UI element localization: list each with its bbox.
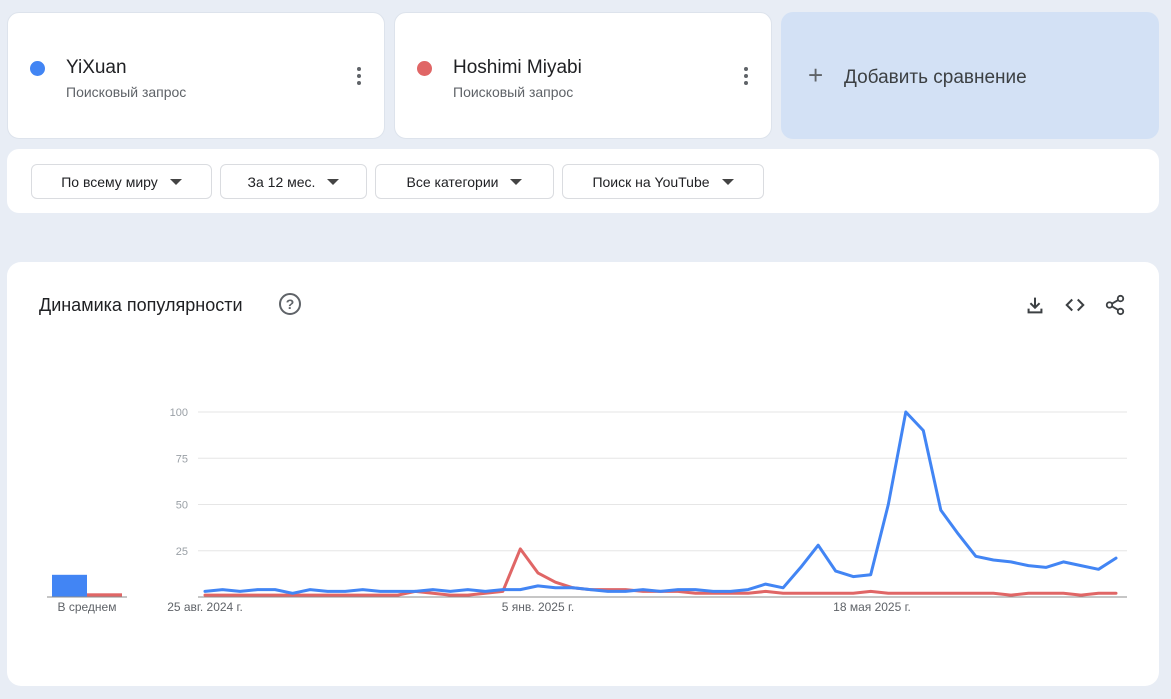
average-bar (87, 593, 122, 597)
term-name[interactable]: Hoshimi Miyabi (453, 57, 582, 79)
term-card-hoshimi-miyabi[interactable]: Hoshimi Miyabi Поисковый запрос (394, 12, 772, 139)
y-tick-label: 50 (176, 500, 188, 512)
y-tick-label: 75 (176, 453, 188, 465)
x-tick-label: 5 янв. 2025 г. (502, 600, 574, 614)
term-color-dot (417, 61, 432, 76)
y-tick-label: 25 (176, 546, 188, 558)
caret-down-icon (510, 178, 523, 185)
y-tick-label: 100 (170, 407, 188, 419)
filter-bar: По всему миру За 12 мес. Все категории П… (7, 149, 1159, 213)
average-bar (52, 574, 87, 597)
more-vert-icon[interactable] (743, 67, 749, 85)
average-label: В среднем (58, 600, 117, 614)
filter-label: За 12 мес. (247, 173, 316, 190)
more-vert-icon[interactable] (356, 67, 362, 85)
term-color-dot (30, 61, 45, 76)
filter-region[interactable]: По всему миру (31, 164, 212, 199)
trend-chart: 100 75 50 25 В среднем 25 авг. 2024 г. 5 янв. … (47, 407, 1127, 614)
filter-time-range[interactable]: За 12 мес. (220, 164, 367, 199)
caret-down-icon (721, 178, 734, 185)
term-type: Поисковый запрос (453, 84, 574, 100)
x-tick-label: 25 авг. 2024 г. (167, 600, 243, 614)
filter-category[interactable]: Все категории (375, 164, 554, 199)
filter-label: Поиск на YouTube (592, 173, 710, 190)
filter-label: Все категории (406, 173, 499, 190)
caret-down-icon (169, 178, 182, 185)
filter-search-type[interactable]: Поиск на YouTube (562, 164, 764, 199)
term-name[interactable]: YiXuan (66, 57, 127, 79)
plus-icon: + (808, 60, 824, 90)
caret-down-icon (327, 178, 340, 185)
add-comparison-button[interactable]: + Добавить сравнение (781, 12, 1159, 139)
interest-over-time-card: Динамика популярности ? 100 75 50 25 В средн… (7, 262, 1159, 686)
term-card-yixuan[interactable]: YiXuan Поисковый запрос (7, 12, 385, 139)
filter-label: По всему миру (61, 173, 158, 190)
x-tick-label: 18 мая 2025 г. (833, 600, 911, 614)
term-type: Поисковый запрос (66, 84, 187, 100)
series-line-yixuan (203, 410, 1118, 595)
add-comparison-label: Добавить сравнение (844, 67, 1027, 88)
